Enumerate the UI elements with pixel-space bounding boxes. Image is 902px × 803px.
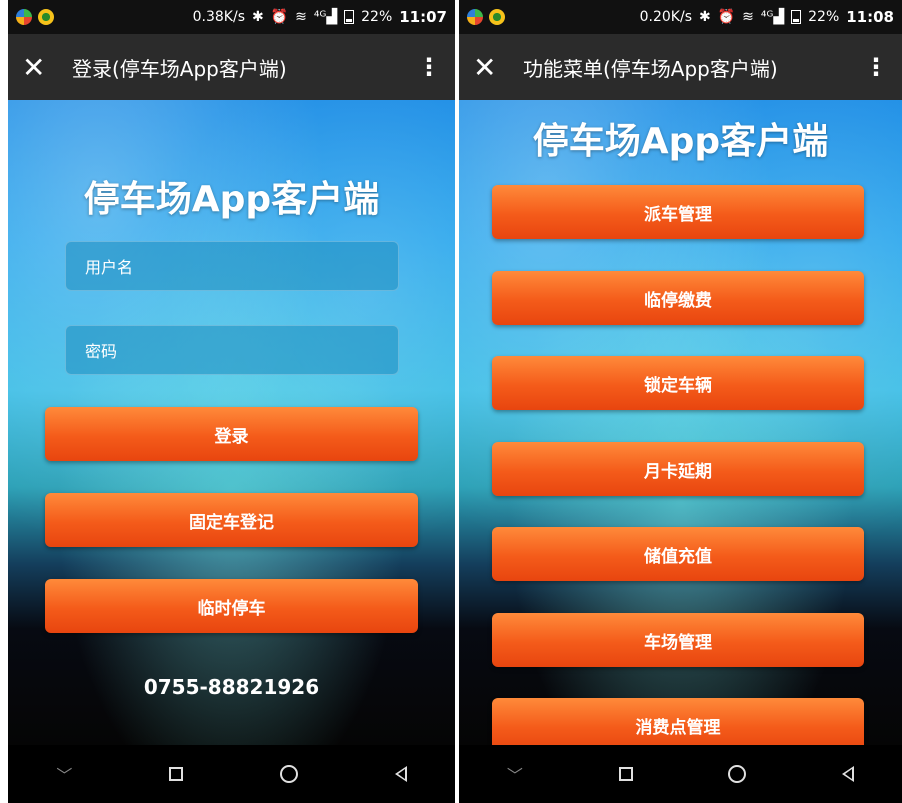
clock: 11:08 xyxy=(846,8,894,26)
menu-monthly-card-extend-button[interactable]: 月卡延期 xyxy=(492,442,864,496)
bluetooth-icon: ✱ xyxy=(252,9,264,25)
notification-app-icon xyxy=(489,9,505,25)
app-title: 停车场App客户端 xyxy=(83,179,380,220)
password-input[interactable]: 密码 xyxy=(65,325,399,375)
battery-icon xyxy=(344,10,355,24)
alarm-icon: ⏰ xyxy=(717,9,736,25)
login-screen: 0.38K/s ✱ ⏰ ≋ ⁴ᴳ▟ 22% 11:07 ✕ 登录(停车场App客… xyxy=(8,0,455,803)
chevron-down-icon[interactable]: ﹀ xyxy=(507,762,523,786)
signal-icon: ⁴ᴳ▟ xyxy=(313,9,338,25)
close-icon[interactable]: ✕ xyxy=(473,51,513,84)
menu-screen: 0.20K/s ✱ ⏰ ≋ ⁴ᴳ▟ 22% 11:08 ✕ 功能菜单(停车场Ap… xyxy=(459,0,902,803)
bluetooth-icon: ✱ xyxy=(699,9,711,25)
contact-phone: 0755-88821926 xyxy=(143,675,320,699)
battery-percent: 22% xyxy=(808,9,840,25)
recents-icon[interactable] xyxy=(169,767,184,781)
title-bar: ✕ 登录(停车场App客户端) ⋮ xyxy=(8,34,455,100)
wifi-icon: ≋ xyxy=(742,9,754,25)
page-title: 功能菜单(停车场App客户端) xyxy=(523,56,778,81)
close-icon[interactable]: ✕ xyxy=(22,51,62,84)
notification-app-icon xyxy=(16,9,32,25)
network-speed: 0.38K/s xyxy=(192,9,245,25)
battery-percent: 22% xyxy=(361,9,393,25)
menu-lot-management-button[interactable]: 车场管理 xyxy=(492,613,864,667)
menu-content: 停车场App客户端 派车管理 临停缴费 锁定车辆 月卡延期 储值充值 车场管理 … xyxy=(459,100,902,745)
fixed-car-register-button[interactable]: 固定车登记 xyxy=(45,493,418,547)
login-content: 停车场App客户端 用户名 密码 登录 固定车登记 临时停车 0755-8882… xyxy=(8,100,455,745)
title-bar: ✕ 功能菜单(停车场App客户端) ⋮ xyxy=(459,34,902,100)
wifi-icon: ≋ xyxy=(295,9,307,25)
back-icon[interactable] xyxy=(394,766,407,782)
menu-temp-payment-button[interactable]: 临停缴费 xyxy=(492,271,864,325)
menu-lock-vehicle-button[interactable]: 锁定车辆 xyxy=(492,356,864,410)
page-title: 登录(停车场App客户端) xyxy=(72,56,287,81)
recents-icon[interactable] xyxy=(618,767,633,781)
app-title: 停车场App客户端 xyxy=(532,121,829,162)
notification-app-icon xyxy=(38,9,54,25)
clock: 11:07 xyxy=(399,8,447,26)
battery-icon xyxy=(791,10,802,24)
home-icon[interactable] xyxy=(728,765,747,783)
menu-dispatch-button[interactable]: 派车管理 xyxy=(492,185,864,239)
notification-app-icon xyxy=(467,9,483,25)
more-options-icon[interactable]: ⋮ xyxy=(864,53,888,81)
alarm-icon: ⏰ xyxy=(270,9,289,25)
signal-icon: ⁴ᴳ▟ xyxy=(760,9,785,25)
login-button[interactable]: 登录 xyxy=(45,407,418,461)
temp-parking-button[interactable]: 临时停车 xyxy=(45,579,418,633)
nav-bar: ﹀ xyxy=(8,745,455,803)
menu-consumption-point-button[interactable]: 消费点管理 xyxy=(492,698,864,745)
chevron-down-icon[interactable]: ﹀ xyxy=(56,762,72,786)
back-icon[interactable] xyxy=(842,766,855,782)
username-input[interactable]: 用户名 xyxy=(65,241,399,291)
nav-bar: ﹀ xyxy=(459,745,902,803)
menu-recharge-button[interactable]: 储值充值 xyxy=(492,527,864,581)
status-bar: 0.20K/s ✱ ⏰ ≋ ⁴ᴳ▟ 22% 11:08 xyxy=(459,0,902,34)
network-speed: 0.20K/s xyxy=(639,9,692,25)
status-bar: 0.38K/s ✱ ⏰ ≋ ⁴ᴳ▟ 22% 11:07 xyxy=(8,0,455,34)
more-options-icon[interactable]: ⋮ xyxy=(417,53,441,81)
home-icon[interactable] xyxy=(279,765,298,783)
